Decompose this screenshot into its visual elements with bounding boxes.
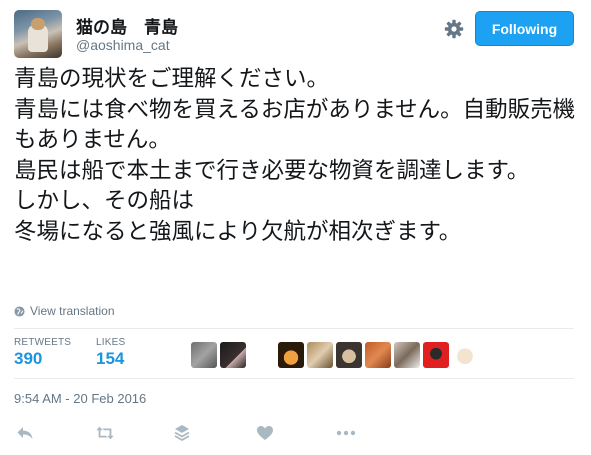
likes-stat[interactable]: LIKES 154 — [96, 337, 125, 369]
likes-label: LIKES — [96, 337, 126, 348]
retweets-stat[interactable]: RETWEETS 390 — [14, 337, 71, 369]
screen-name[interactable]: @aoshima_cat — [76, 37, 170, 53]
liker-avatar[interactable] — [249, 342, 275, 368]
view-translation-link[interactable]: View translation — [14, 304, 115, 318]
stack-icon[interactable] — [172, 423, 192, 443]
likes-count[interactable]: 154 — [96, 349, 125, 369]
liker-avatar[interactable] — [191, 342, 217, 368]
retweets-label: RETWEETS — [14, 337, 72, 348]
tweet-card: 猫の島 青島 @aoshima_cat Following 青島の現状をご理解く… — [0, 0, 591, 455]
liker-avatars — [191, 342, 478, 368]
tweet-text: 青島の現状をご理解ください。 青島には食べ物を買えるお店がありません。自動販売機… — [14, 66, 576, 245]
tweet-actions — [0, 423, 591, 443]
display-name[interactable]: 猫の島 青島 — [76, 13, 178, 38]
divider-top — [14, 328, 574, 329]
liker-avatar[interactable] — [394, 342, 420, 368]
heart-icon[interactable] — [255, 423, 275, 443]
liker-avatar[interactable] — [452, 342, 478, 368]
retweets-count[interactable]: 390 — [14, 349, 71, 369]
gear-icon[interactable] — [444, 19, 464, 39]
avatar[interactable] — [14, 10, 62, 58]
globe-icon — [14, 305, 25, 317]
liker-avatar[interactable] — [278, 342, 304, 368]
liker-avatar[interactable] — [423, 342, 449, 368]
liker-avatar[interactable] — [307, 342, 333, 368]
liker-avatar[interactable] — [336, 342, 362, 368]
reply-icon[interactable] — [15, 423, 35, 443]
divider-bottom — [14, 378, 574, 379]
liker-avatar[interactable] — [220, 342, 246, 368]
view-translation-label[interactable]: View translation — [30, 304, 115, 318]
retweet-icon[interactable] — [95, 423, 115, 443]
more-icon[interactable] — [336, 423, 356, 443]
tweet-timestamp[interactable]: 9:54 AM - 20 Feb 2016 — [14, 391, 146, 406]
avatar-cat-image — [28, 18, 48, 52]
liker-avatar[interactable] — [365, 342, 391, 368]
following-button[interactable]: Following — [475, 11, 574, 46]
